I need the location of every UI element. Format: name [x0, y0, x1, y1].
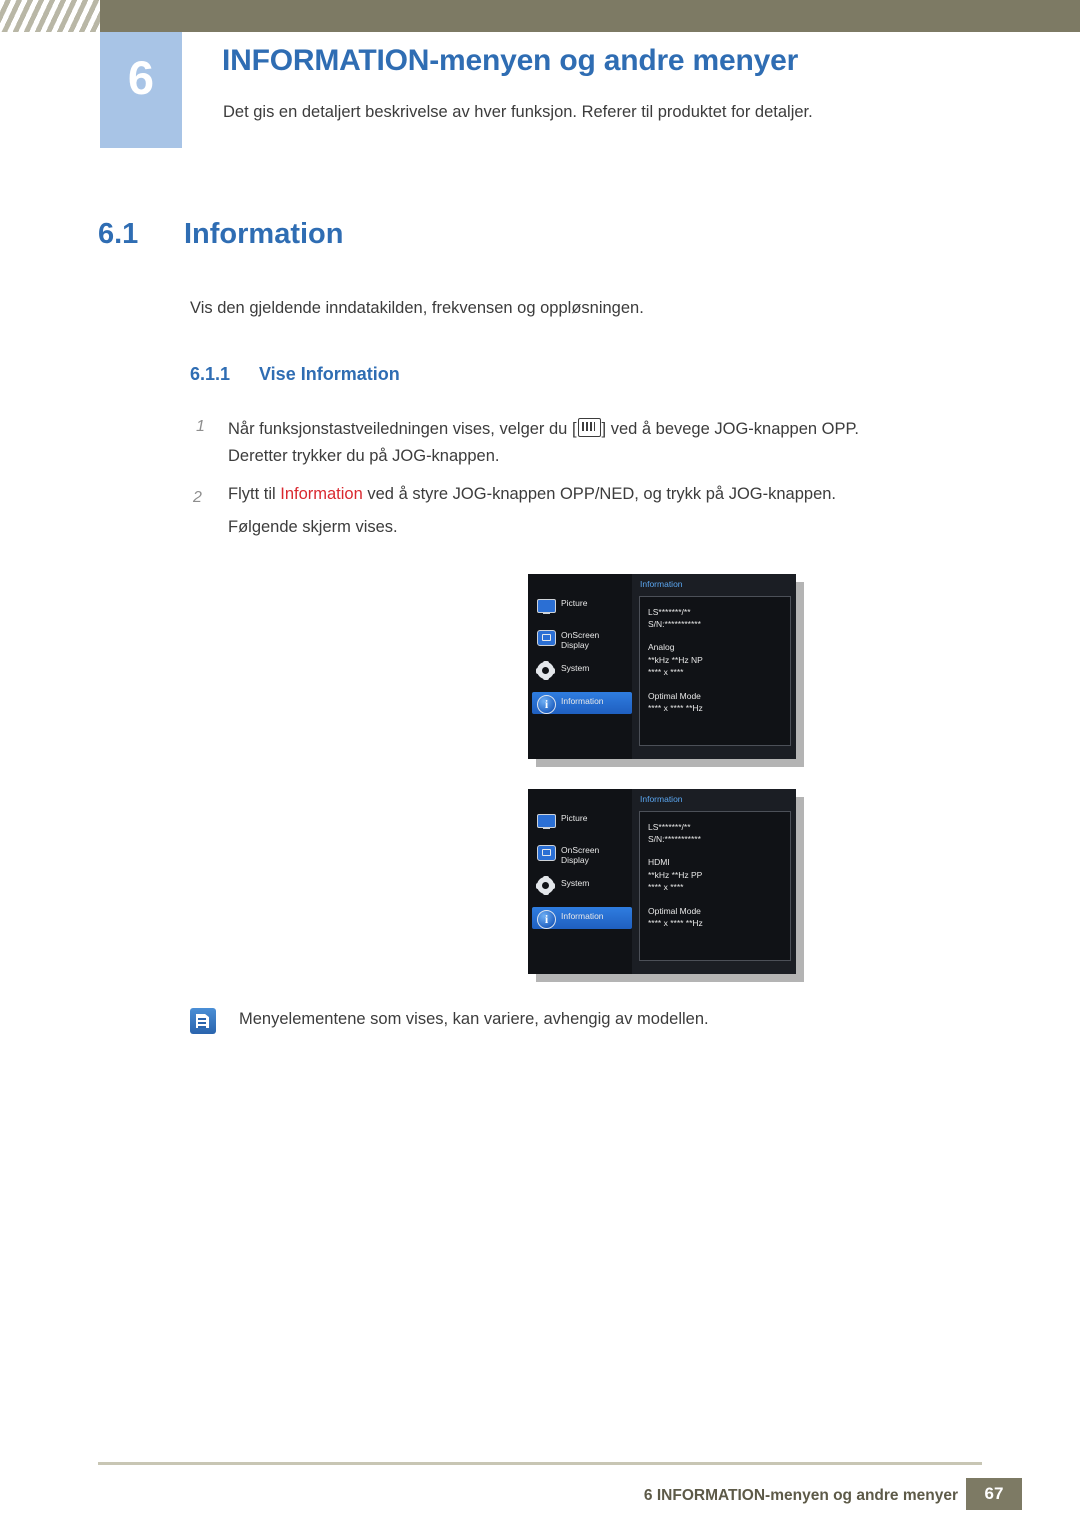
monitor-icon: [536, 811, 556, 829]
step-2-line-2: Følgende skjerm vises.: [228, 518, 398, 536]
step-2-text-after: ved å styre JOG-knappen OPP/NED, og tryk…: [362, 485, 837, 503]
osd-menu-item-information-label: Information: [561, 696, 604, 706]
step-2-line-1: Flytt til Information ved å styre JOG-kn…: [228, 486, 836, 503]
footer-chapter-label: 6 INFORMATION-menyen og andre menyer: [643, 1487, 958, 1504]
osd-info-line: LS*******/**: [648, 607, 691, 617]
chapter-badge: 6: [100, 32, 182, 148]
osd-info-line: **** x **** **Hz: [648, 918, 703, 928]
osd-info-line: **** x ****: [648, 667, 684, 677]
osd-menu-item-information[interactable]: i Information: [532, 692, 632, 714]
osd-info-line: S/N:***********: [648, 619, 701, 629]
osd-info-line: **kHz **Hz NP: [648, 655, 703, 665]
osd-menu-list: Picture OnScreen Display System i Inform…: [528, 574, 633, 759]
osd-menu-item-system-label: System: [561, 663, 590, 673]
osd-menu-item-system-label: System: [561, 878, 590, 888]
chapter-subtitle: Det gis en detaljert beskrivelse av hver…: [223, 103, 813, 121]
section-number: 6.1: [98, 218, 139, 250]
osd-menu-item-information[interactable]: i Information: [532, 907, 632, 929]
osd-menu-item-system[interactable]: System: [532, 874, 628, 896]
osd-menu-item-onscreen-display-label: OnScreen Display: [561, 845, 600, 865]
footer-page-badge: 67: [966, 1478, 1022, 1510]
info-icon: i: [536, 694, 556, 714]
footer-divider: [98, 1462, 982, 1465]
monitor-icon: [536, 596, 556, 614]
note-icon: [190, 1008, 216, 1034]
header-hatch-decoration: [0, 0, 100, 32]
step-1-text-after: ] ved å bevege JOG-knappen OPP.: [601, 420, 859, 438]
osd-detail-panel: Information LS*******/** S/N:***********…: [632, 789, 796, 974]
jog-key-icon: [577, 418, 601, 437]
osd-icon: [536, 843, 556, 861]
osd-menu-item-onscreen-display[interactable]: OnScreen Display: [532, 841, 628, 865]
osd-menu-item-onscreen-display[interactable]: OnScreen Display: [532, 626, 628, 650]
osd-info-line: S/N:***********: [648, 834, 701, 844]
gear-icon: [536, 661, 555, 680]
note-text: Menyelementene som vises, kan variere, a…: [239, 1010, 709, 1028]
osd-panel-box: LS*******/** S/N:*********** Analog **kH…: [639, 596, 791, 746]
osd-menu-item-picture[interactable]: Picture: [532, 594, 628, 616]
step-1-text-before: Når funksjonstastveiledningen vises, vel…: [228, 420, 577, 438]
step-number-1: 1: [196, 418, 205, 435]
osd-info-line: HDMI: [648, 857, 670, 867]
osd-info-line: Analog: [648, 642, 675, 652]
osd-panel-title: Information: [640, 579, 683, 589]
subsection-title: Vise Information: [259, 364, 400, 384]
osd-panel-box: LS*******/** S/N:*********** HDMI **kHz …: [639, 811, 791, 961]
osd-panel-title: Information: [640, 794, 683, 804]
step-number-2: 2: [193, 489, 202, 506]
osd-screenshot-analog: Picture OnScreen Display System i Inform…: [528, 574, 804, 767]
page-header: 6 INFORMATION-menyen og andre menyer Det…: [0, 0, 1080, 148]
header-bar: [0, 0, 1080, 32]
osd-menu-item-system[interactable]: System: [532, 659, 628, 681]
step-2-keyword: Information: [280, 485, 363, 503]
subsection-number: 6.1.1: [190, 364, 231, 384]
step-2-text-before: Flytt til: [228, 485, 281, 503]
osd-menu-item-picture-label: Picture: [561, 813, 588, 823]
osd-menu-item-onscreen-display-label: OnScreen Display: [561, 630, 600, 650]
chapter-number: 6: [127, 51, 155, 104]
osd-menu-list: Picture OnScreen Display System i Inform…: [528, 789, 633, 974]
osd-info-line: Optimal Mode: [648, 691, 701, 701]
osd-screenshot-hdmi: Picture OnScreen Display System i Inform…: [528, 789, 804, 982]
chapter-title: INFORMATION-menyen og andre menyer: [222, 44, 799, 77]
osd-menu-item-picture-label: Picture: [561, 598, 588, 608]
gear-icon: [536, 876, 555, 895]
step-1-line-1: Når funksjonstastveiledningen vises, vel…: [228, 415, 859, 438]
footer-page-number: 67: [984, 1484, 1004, 1503]
section-title: Information: [184, 218, 344, 250]
osd-info-line: Optimal Mode: [648, 906, 701, 916]
osd-info-line: **** x **** **Hz: [648, 703, 703, 713]
osd-detail-panel: Information LS*******/** S/N:***********…: [632, 574, 796, 759]
step-1-line-2: Deretter trykker du på JOG-knappen.: [228, 447, 500, 465]
osd-menu-item-information-label: Information: [561, 911, 604, 921]
osd-icon: [536, 628, 556, 646]
osd-menu-item-picture[interactable]: Picture: [532, 809, 628, 831]
info-icon: i: [536, 909, 556, 929]
osd-info-line: **kHz **Hz PP: [648, 870, 703, 880]
osd-info-line: LS*******/**: [648, 822, 691, 832]
section-intro: Vis den gjeldende inndatakilden, frekven…: [190, 299, 644, 317]
osd-info-line: **** x ****: [648, 882, 684, 892]
